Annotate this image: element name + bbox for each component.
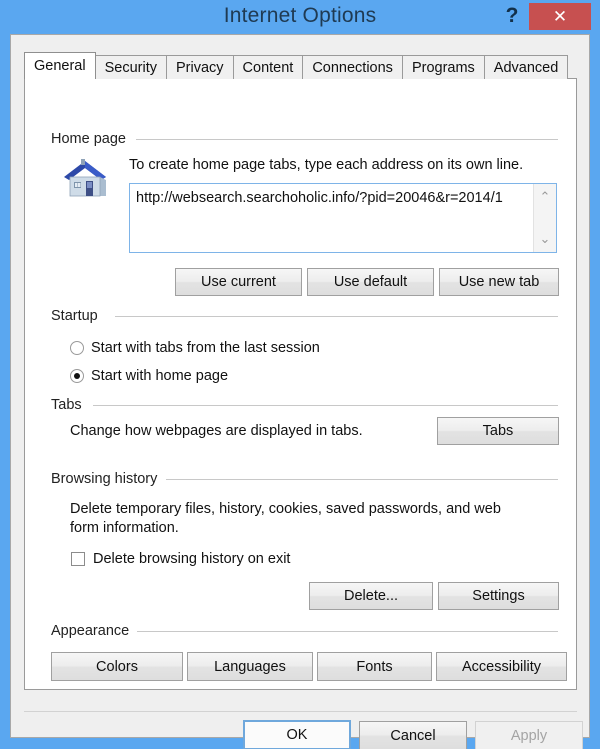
close-button[interactable]: ✕ [529,3,591,30]
home-page-group-label: Home page [51,131,133,147]
checkbox-label: Delete browsing history on exit [93,551,290,567]
browsing-history-group-rule [166,479,558,480]
tab-general[interactable]: General [24,52,96,79]
delete-browsing-history-checkbox[interactable]: Delete browsing history on exit [71,551,290,567]
scroll-up-icon[interactable]: ⌃ [534,186,556,208]
tabs-description: Change how webpages are displayed in tab… [70,422,363,441]
tab-privacy[interactable]: Privacy [166,55,234,79]
tabs-group-rule [93,405,558,406]
home-page-group-rule [136,139,558,140]
footer-separator [24,711,577,712]
radio-label: Start with home page [91,368,228,384]
use-new-tab-button[interactable]: Use new tab [439,268,559,296]
radio-indicator [70,341,84,355]
browsing-history-group-label: Browsing history [51,471,164,487]
tab-programs[interactable]: Programs [402,55,485,79]
use-current-button[interactable]: Use current [175,268,302,296]
title-bar: Internet Options ? ✕ [0,0,600,34]
tab-connections[interactable]: Connections [302,55,403,79]
startup-group-rule [115,316,558,317]
settings-button[interactable]: Settings [438,582,559,610]
tab-content[interactable]: Content [233,55,304,79]
cancel-button[interactable]: Cancel [359,721,467,749]
tabs-button[interactable]: Tabs [437,417,559,445]
help-button[interactable]: ? [499,2,525,30]
fonts-button[interactable]: Fonts [317,652,432,681]
apply-button: Apply [475,721,583,749]
browsing-history-description-line2: form information. [70,519,540,538]
tabs-group-label: Tabs [51,397,89,413]
tab-strip: General Security Privacy Content Connect… [24,52,567,79]
home-page-url-field[interactable]: http://websearch.searchoholic.info/?pid=… [129,183,557,253]
scroll-down-icon[interactable]: ⌄ [534,228,556,250]
colors-button[interactable]: Colors [51,652,183,681]
tab-advanced[interactable]: Advanced [484,55,569,79]
checkbox-indicator [71,552,85,566]
radio-indicator-selected [70,369,84,383]
languages-button[interactable]: Languages [187,652,313,681]
appearance-group-label: Appearance [51,623,136,639]
home-page-url-value: http://websearch.searchoholic.info/?pid=… [136,190,532,206]
home-page-url-scrollbar[interactable]: ⌃ ⌄ [533,184,556,252]
startup-group-label: Startup [51,308,105,324]
appearance-group-rule [137,631,558,632]
use-default-button[interactable]: Use default [307,268,434,296]
tab-security[interactable]: Security [95,55,167,79]
radio-start-with-last-session[interactable]: Start with tabs from the last session [70,340,320,356]
radio-label: Start with tabs from the last session [91,340,320,356]
delete-button[interactable]: Delete... [309,582,433,610]
accessibility-button[interactable]: Accessibility [436,652,567,681]
house-icon [59,153,111,205]
home-page-description: To create home page tabs, type each addr… [129,156,559,175]
internet-options-window: Internet Options ? ✕ General Security Pr… [0,0,600,749]
radio-start-with-home-page[interactable]: Start with home page [70,368,228,384]
browsing-history-description-line1: Delete temporary files, history, cookies… [70,500,540,519]
dialog-client-area: General Security Privacy Content Connect… [10,34,590,738]
ok-button[interactable]: OK [243,720,351,749]
